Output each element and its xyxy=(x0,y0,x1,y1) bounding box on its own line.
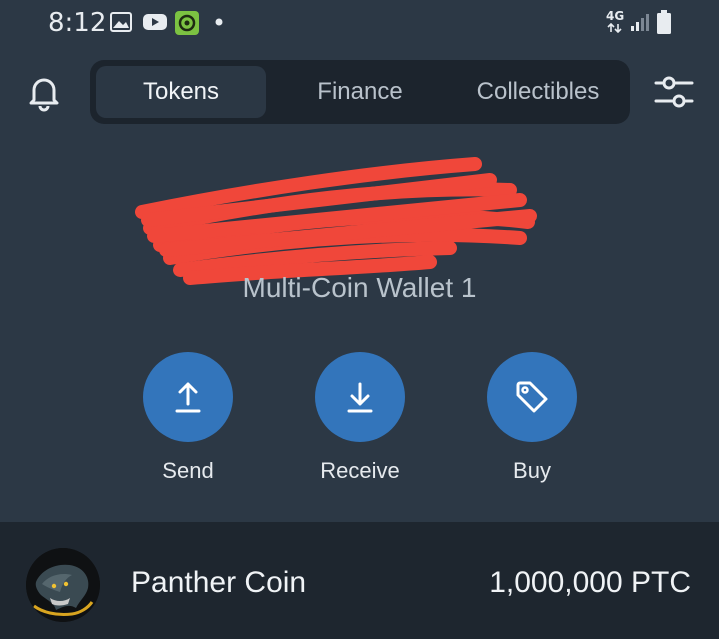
token-row[interactable]: Panther Coin 1,000,000 PTC xyxy=(0,522,719,639)
battery-icon xyxy=(657,10,671,34)
tab-bar: Tokens Finance Collectibles xyxy=(90,60,630,124)
panther-logo xyxy=(26,548,100,622)
receive-action[interactable]: Receive xyxy=(315,352,405,483)
status-time: 8:12 xyxy=(48,8,107,38)
token-list: Panther Coin 1,000,000 PTC xyxy=(0,522,719,639)
receive-button[interactable] xyxy=(315,352,405,442)
send-action[interactable]: Send xyxy=(143,352,233,483)
tab-finance[interactable]: Finance xyxy=(274,66,446,118)
token-balance: 1,000,000 PTC xyxy=(489,566,691,599)
arrow-up-icon xyxy=(175,382,201,413)
token-name: Panther Coin xyxy=(131,566,307,599)
redaction-scribble xyxy=(135,157,537,285)
youtube-icon xyxy=(143,14,167,30)
buy-button[interactable] xyxy=(487,352,577,442)
send-label: Send xyxy=(162,458,214,483)
tag-icon xyxy=(516,381,548,413)
receive-label: Receive xyxy=(320,458,400,483)
tab-tokens[interactable]: Tokens xyxy=(96,66,266,118)
tab-collectibles[interactable]: Collectibles xyxy=(450,66,626,118)
arrow-down-icon xyxy=(347,382,373,413)
status-bar: 8:12 4G xyxy=(0,0,719,48)
gallery-icon xyxy=(110,12,132,32)
wallet-name[interactable]: Multi-Coin Wallet 1 xyxy=(0,272,719,304)
wallet-name-text: Multi-Coin Wallet 1 xyxy=(242,272,477,303)
notification-dot-icon xyxy=(215,18,223,26)
top-bar: Tokens Finance Collectibles xyxy=(0,56,719,128)
panther-logo-icon xyxy=(26,548,100,622)
app-icon xyxy=(175,11,199,35)
network-type: 4G xyxy=(606,9,625,23)
bell-icon[interactable] xyxy=(22,70,66,114)
signal-icon xyxy=(631,14,649,31)
send-button[interactable] xyxy=(143,352,233,442)
filter-settings-icon[interactable] xyxy=(652,70,696,114)
data-arrows-icon xyxy=(607,23,622,33)
buy-label: Buy xyxy=(513,458,551,483)
buy-action[interactable]: Buy xyxy=(487,352,577,483)
